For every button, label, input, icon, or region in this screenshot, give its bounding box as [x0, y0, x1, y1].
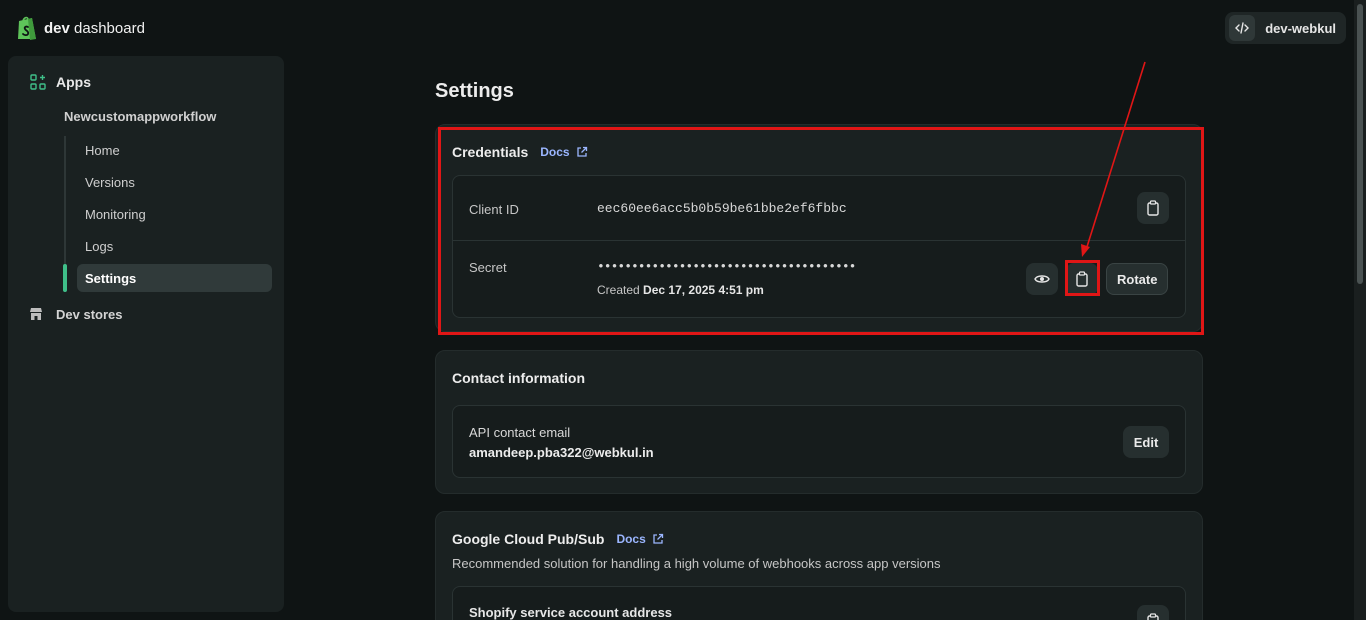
annotation-arrow: [1081, 61, 1146, 257]
